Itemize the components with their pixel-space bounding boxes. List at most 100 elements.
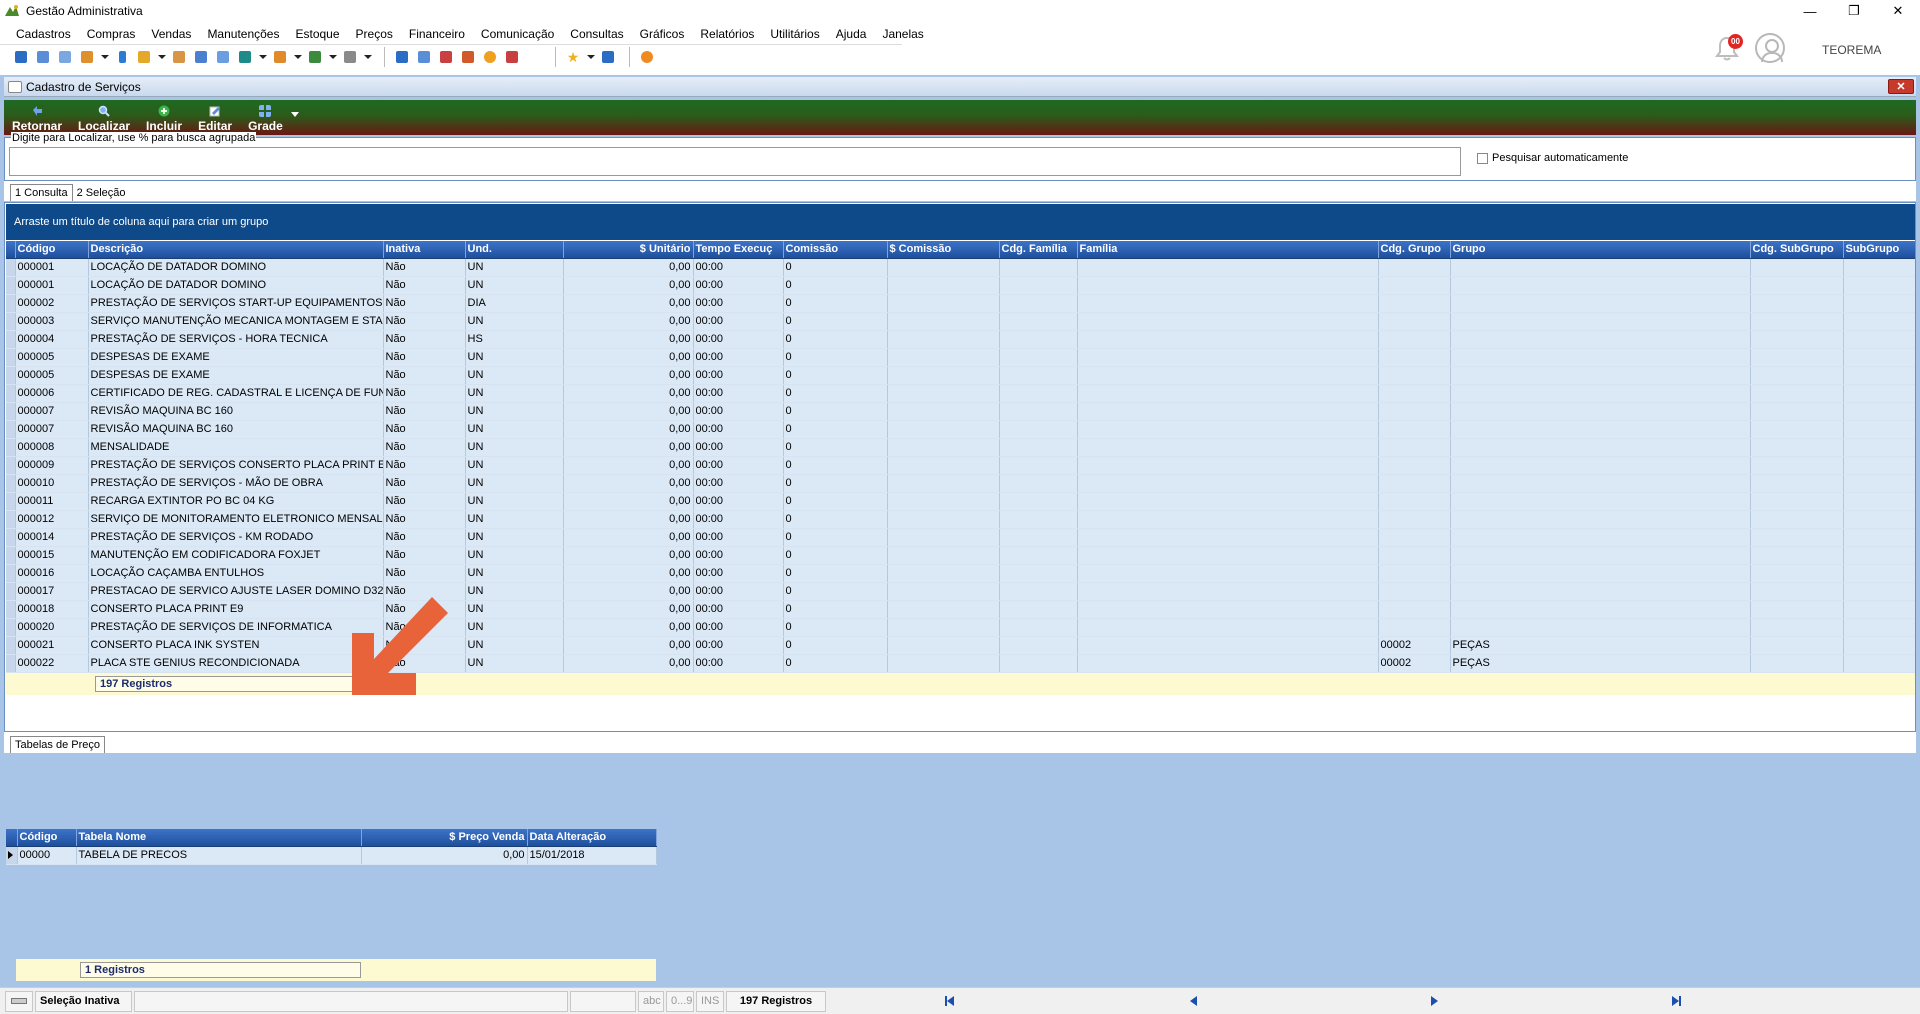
table-cell[interactable] xyxy=(1077,294,1379,313)
row-indicator[interactable] xyxy=(6,348,16,367)
user-avatar-icon[interactable] xyxy=(1755,33,1785,63)
card-icon[interactable] xyxy=(56,48,74,66)
table-cell[interactable]: SERVIÇO MANUTENÇÃO MECANICA MONTAGEM E S… xyxy=(88,312,384,331)
table-cell[interactable]: 0 xyxy=(783,474,888,493)
chevron-down-icon[interactable] xyxy=(328,48,337,66)
table-cell[interactable] xyxy=(1450,312,1751,331)
table-cell[interactable] xyxy=(1450,600,1751,619)
table-cell[interactable]: UN xyxy=(465,582,564,601)
table-cell[interactable] xyxy=(1077,564,1379,583)
table-cell[interactable] xyxy=(1077,456,1379,475)
table-cell[interactable] xyxy=(1077,600,1379,619)
row-indicator[interactable] xyxy=(6,456,16,475)
table-cell[interactable]: 000007 xyxy=(15,402,89,421)
book-icon[interactable] xyxy=(113,48,131,66)
previous-record-icon[interactable] xyxy=(1190,995,1197,1006)
table-cell[interactable] xyxy=(999,366,1078,385)
table-cell[interactable] xyxy=(1843,636,1915,655)
table-cell[interactable]: Não xyxy=(383,546,466,565)
table-cell[interactable]: UN xyxy=(465,636,564,655)
table-row[interactable]: 000003 SERVIÇO MANUTENÇÃO MECANICA MONTAG… xyxy=(6,312,1915,331)
table-cell[interactable]: 00:00 xyxy=(693,636,784,655)
row-indicator[interactable] xyxy=(6,564,16,583)
table-cell[interactable] xyxy=(1378,546,1451,565)
table-cell[interactable] xyxy=(1378,366,1451,385)
table-cell[interactable] xyxy=(1378,618,1451,637)
id-card-icon[interactable] xyxy=(214,48,232,66)
table-cell[interactable]: 0 xyxy=(783,546,888,565)
table-cell[interactable]: 000004 xyxy=(15,330,89,349)
table-cell[interactable]: 000016 xyxy=(15,564,89,583)
table-cell[interactable]: UN xyxy=(465,420,564,439)
table-cell[interactable] xyxy=(1450,384,1751,403)
column-header[interactable]: Família xyxy=(1077,241,1379,259)
table-cell[interactable] xyxy=(1750,474,1844,493)
table-cell[interactable]: 00:00 xyxy=(693,456,784,475)
table-cell[interactable] xyxy=(1750,456,1844,475)
table-row[interactable]: 000006 CERTIFICADO DE REG. CADASTRAL E LI… xyxy=(6,384,1915,403)
menu-item-2[interactable]: Vendas xyxy=(143,27,199,41)
table-cell[interactable] xyxy=(1750,402,1844,421)
table-cell[interactable] xyxy=(1450,474,1751,493)
price-column-header[interactable]: Código xyxy=(17,829,77,847)
table-cell[interactable]: UN xyxy=(465,384,564,403)
notification-bell[interactable]: 00 xyxy=(1713,34,1743,62)
minimize-button[interactable]: — xyxy=(1788,0,1832,22)
table-cell[interactable]: 0 xyxy=(783,420,888,439)
package-icon[interactable] xyxy=(271,48,289,66)
table-cell[interactable]: PEÇAS xyxy=(1450,654,1751,673)
table-cell[interactable]: 0 xyxy=(783,330,888,349)
table-cell[interactable] xyxy=(1378,582,1451,601)
table-cell[interactable]: 0 xyxy=(783,438,888,457)
table-cell[interactable] xyxy=(1843,438,1915,457)
table-cell[interactable]: 00:00 xyxy=(693,618,784,637)
table-cell[interactable]: 0,00 xyxy=(563,384,694,403)
table-cell[interactable]: 0,00 xyxy=(563,510,694,529)
table-cell[interactable]: UN xyxy=(465,258,564,277)
menu-item-9[interactable]: Gráficos xyxy=(632,27,693,41)
menu-item-4[interactable]: Estoque xyxy=(287,27,347,41)
chevron-down-icon[interactable] xyxy=(157,48,166,66)
user-add-icon[interactable] xyxy=(170,48,188,66)
table-cell[interactable] xyxy=(1077,546,1379,565)
table-cell[interactable]: UN xyxy=(465,654,564,673)
table-cell[interactable] xyxy=(1450,420,1751,439)
table-cell[interactable] xyxy=(1750,348,1844,367)
table-cell[interactable]: DIA xyxy=(465,294,564,313)
table-cell[interactable] xyxy=(887,294,1000,313)
table-cell[interactable]: DESPESAS DE EXAME xyxy=(88,348,384,367)
table-cell[interactable] xyxy=(1077,276,1379,295)
table-cell[interactable] xyxy=(1750,528,1844,547)
table-cell[interactable] xyxy=(999,420,1078,439)
table-cell[interactable] xyxy=(999,312,1078,331)
table-cell[interactable]: 0 xyxy=(783,402,888,421)
table-cell[interactable] xyxy=(1378,312,1451,331)
table-cell[interactable] xyxy=(1843,312,1915,331)
table-cell[interactable]: 0 xyxy=(783,258,888,277)
row-indicator[interactable] xyxy=(6,276,16,295)
table-cell[interactable]: Não xyxy=(383,564,466,583)
table-cell[interactable] xyxy=(999,600,1078,619)
table-row[interactable]: 000012 SERVIÇO DE MONITORAMENTO ELETRONIC… xyxy=(6,510,1915,529)
table-cell[interactable]: UN xyxy=(465,510,564,529)
table-cell[interactable]: 00:00 xyxy=(693,654,784,673)
column-indicator-header[interactable] xyxy=(6,829,18,847)
table-cell[interactable]: 0 xyxy=(783,294,888,313)
column-header[interactable]: Código xyxy=(15,241,89,259)
table-cell[interactable] xyxy=(887,330,1000,349)
table-cell[interactable]: UN xyxy=(465,492,564,511)
table-cell[interactable]: 000018 xyxy=(15,600,89,619)
table-cell[interactable] xyxy=(887,528,1000,547)
group-by-hint[interactable]: Arraste um título de coluna aqui para cr… xyxy=(6,204,1915,240)
table-cell[interactable]: 00002 xyxy=(1378,654,1451,673)
table-cell[interactable] xyxy=(1843,654,1915,673)
row-indicator[interactable] xyxy=(6,582,16,601)
table-cell[interactable] xyxy=(1750,276,1844,295)
table-cell[interactable]: 0,00 xyxy=(563,402,694,421)
table-cell[interactable] xyxy=(1750,420,1844,439)
table-cell[interactable]: Não xyxy=(383,438,466,457)
table-cell[interactable] xyxy=(1843,600,1915,619)
table-cell[interactable] xyxy=(1378,384,1451,403)
menu-item-0[interactable]: Cadastros xyxy=(8,27,79,41)
table-cell[interactable] xyxy=(887,456,1000,475)
